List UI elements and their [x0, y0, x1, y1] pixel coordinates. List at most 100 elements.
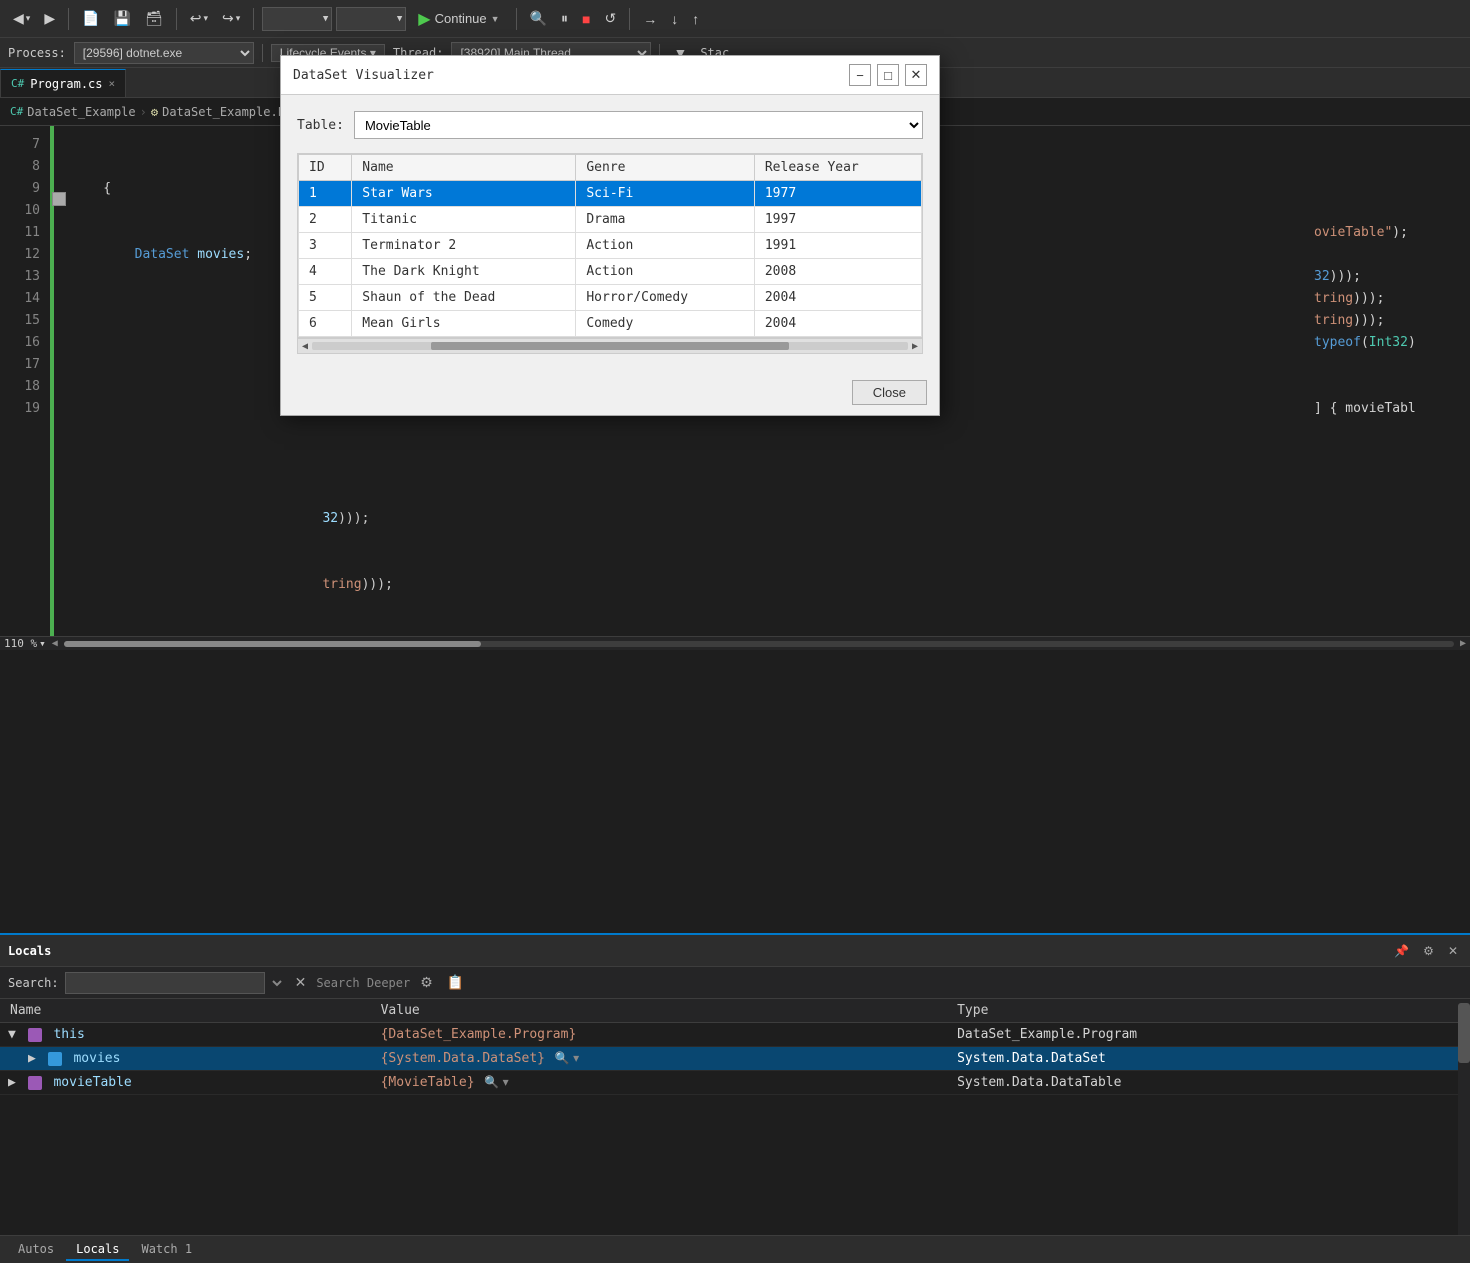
breakpoint-indicator[interactable]: [52, 192, 66, 206]
search-deeper-btn[interactable]: Search Deeper: [316, 976, 410, 990]
cell-year: 2004: [754, 285, 921, 311]
forward-btn[interactable]: ▶: [39, 7, 60, 30]
search-btn[interactable]: 🔍: [525, 7, 552, 30]
step-into-btn[interactable]: ↓: [666, 8, 683, 30]
cell-genre: Action: [576, 259, 755, 285]
locals-value-cell: {System.Data.DataSet} 🔍 ▾: [371, 1047, 947, 1071]
search-input[interactable]: [65, 972, 265, 994]
bottom-tab-locals[interactable]: Locals: [66, 1239, 129, 1261]
program-cs-tab[interactable]: C# Program.cs ×: [0, 69, 126, 97]
table-row[interactable]: 1 Star Wars Sci-Fi 1977: [299, 181, 922, 207]
modal-body: Table: MovieTable ID Name Genre Release …: [281, 95, 939, 370]
expand-arrow[interactable]: ▶: [28, 1051, 36, 1066]
locals-scrollbar[interactable]: [1458, 999, 1470, 1235]
cpu-dropdown[interactable]: Any CPU: [336, 7, 406, 31]
var-value: {System.Data.DataSet}: [381, 1051, 545, 1066]
restart-btn[interactable]: ↺: [599, 7, 621, 30]
back-btn[interactable]: ◀ ▾: [8, 7, 35, 30]
redo-btn[interactable]: ↪ ▾: [217, 7, 245, 30]
hscroll-right[interactable]: ▶: [912, 341, 918, 352]
modal-title: DataSet Visualizer: [293, 68, 434, 83]
scroll-thumb: [64, 641, 481, 647]
play-icon: ▶: [418, 9, 430, 29]
locals-type-cell: DataSet_Example.Program: [947, 1023, 1470, 1047]
locals-table-wrap: Name Value Type ▼ this {DataSet_Example.…: [0, 999, 1470, 1235]
modal-minimize-btn[interactable]: −: [849, 64, 871, 86]
col-value-header: Value: [371, 999, 947, 1023]
save-btn[interactable]: 💾: [109, 7, 136, 30]
cell-genre: Drama: [576, 207, 755, 233]
var-icon: [28, 1076, 42, 1090]
expand-arrow[interactable]: ▶: [8, 1075, 16, 1090]
cell-id: 6: [299, 311, 352, 337]
step-out-btn[interactable]: ↑: [687, 8, 704, 30]
table-row[interactable]: 2 Titanic Drama 1997: [299, 207, 922, 233]
locals-table: Name Value Type ▼ this {DataSet_Example.…: [0, 999, 1470, 1095]
cell-name: Star Wars: [352, 181, 576, 207]
locals-settings-btn[interactable]: ⚙: [1419, 942, 1438, 960]
expand-arrow[interactable]: ▼: [8, 1027, 16, 1042]
modal-footer: Close: [281, 370, 939, 415]
table-row[interactable]: 4 The Dark Knight Action 2008: [299, 259, 922, 285]
breadcrumb-project[interactable]: DataSet_Example: [27, 105, 135, 119]
table-row[interactable]: 3 Terminator 2 Action 1991: [299, 233, 922, 259]
step-over-btn[interactable]: →: [638, 8, 662, 30]
cell-genre: Comedy: [576, 311, 755, 337]
bottom-tab-autos[interactable]: Autos: [8, 1239, 64, 1261]
table-label: Table:: [297, 118, 344, 133]
new-file-btn[interactable]: 📄: [77, 7, 104, 30]
modal-titlebar: DataSet Visualizer − □ ✕: [281, 56, 939, 95]
pause-btn[interactable]: ⏸: [556, 7, 573, 30]
locals-header: Locals 📌 ⚙ ✕: [0, 935, 1470, 967]
locals-value-cell: {DataSet_Example.Program}: [371, 1023, 947, 1047]
cell-id: 1: [299, 181, 352, 207]
stop-btn[interactable]: ■: [577, 8, 595, 30]
cell-name: Shaun of the Dead: [352, 285, 576, 311]
locals-row[interactable]: ▼ this {DataSet_Example.Program} DataSet…: [0, 1023, 1470, 1047]
cell-name: Titanic: [352, 207, 576, 233]
modal-maximize-btn[interactable]: □: [877, 64, 899, 86]
col-name: Name: [352, 155, 576, 181]
continue-btn[interactable]: ▶ Continue ▼: [410, 6, 507, 32]
search-copy-btn[interactable]: 📋: [443, 972, 468, 993]
search-settings-btn[interactable]: ⚙: [416, 972, 437, 993]
process-dropdown[interactable]: [29596] dotnet.exe: [74, 42, 254, 64]
table-dropdown[interactable]: MovieTable: [354, 111, 923, 139]
cell-genre: Sci-Fi: [576, 181, 755, 207]
table-row[interactable]: 6 Mean Girls Comedy 2004: [299, 311, 922, 337]
locals-row[interactable]: ▶ movieTable {MovieTable} 🔍 ▾ System.Dat…: [0, 1071, 1470, 1095]
clear-search-btn[interactable]: ✕: [291, 972, 311, 993]
search-dropdown[interactable]: ▾: [271, 975, 285, 991]
tab-close-btn[interactable]: ×: [109, 77, 116, 90]
undo-btn[interactable]: ↩ ▾: [185, 7, 213, 30]
locals-pin-btn[interactable]: 📌: [1390, 942, 1413, 960]
cell-year: 2008: [754, 259, 921, 285]
scroll-left-arrow[interactable]: ◀: [52, 638, 58, 649]
scroll-right-arrow[interactable]: ▶: [1460, 638, 1466, 649]
hscroll-left[interactable]: ◀: [302, 341, 308, 352]
zoom-dropdown-icon[interactable]: ▾: [39, 637, 46, 650]
locals-close-btn[interactable]: ✕: [1444, 942, 1462, 960]
debug-config-dropdown[interactable]: Debug: [262, 7, 332, 31]
modal-close-btn[interactable]: ✕: [905, 64, 927, 86]
save-all-btn[interactable]: 🗃: [140, 7, 168, 30]
magnify-btn[interactable]: 🔍 ▾: [482, 1075, 510, 1089]
data-table-container: ID Name Genre Release Year 1 Star Wars S…: [297, 153, 923, 338]
locals-title: Locals: [8, 944, 51, 958]
magnify-btn[interactable]: 🔍 ▾: [553, 1051, 581, 1065]
bottom-tabs: AutosLocalsWatch 1: [0, 1235, 1470, 1263]
toolbar-divider-5: [629, 8, 630, 30]
breadcrumb-sep-1: ›: [140, 105, 147, 119]
cs-icon: C#: [11, 77, 24, 90]
scroll-track[interactable]: [64, 641, 1454, 647]
dataset-visualizer-modal: DataSet Visualizer − □ ✕ Table: MovieTab…: [280, 55, 940, 416]
table-row[interactable]: 5 Shaun of the Dead Horror/Comedy 2004: [299, 285, 922, 311]
hscroll-track[interactable]: [312, 342, 908, 350]
bottom-tab-watch-1[interactable]: Watch 1: [131, 1239, 202, 1261]
var-value: {DataSet_Example.Program}: [381, 1027, 577, 1042]
movie-table: ID Name Genre Release Year 1 Star Wars S…: [298, 154, 922, 337]
hscroll-thumb: [431, 342, 789, 350]
locals-row[interactable]: ▶ movies {System.Data.DataSet} 🔍 ▾ Syste…: [0, 1047, 1470, 1071]
locals-type-cell: System.Data.DataSet: [947, 1047, 1470, 1071]
modal-close-action-btn[interactable]: Close: [852, 380, 927, 405]
